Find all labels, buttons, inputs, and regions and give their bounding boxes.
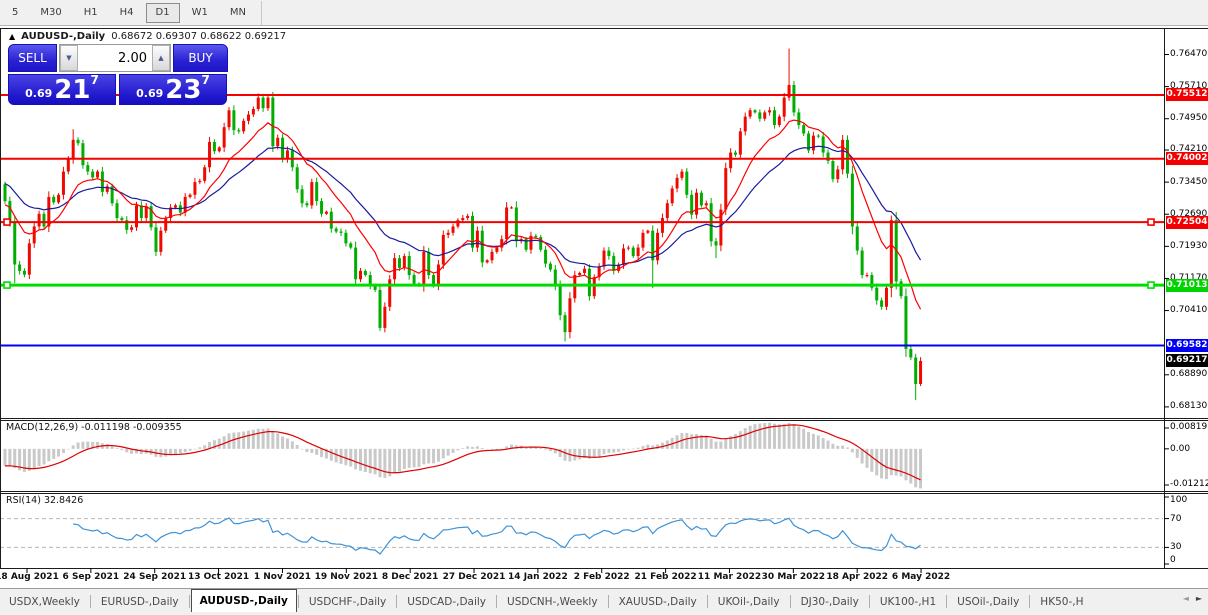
sell-price-main: 21	[54, 78, 90, 102]
volume-input[interactable]: 2.00	[78, 45, 152, 71]
tab-separator	[946, 595, 947, 608]
tab-separator	[298, 595, 299, 608]
pane-borders	[0, 28, 1208, 573]
tab-separator	[496, 595, 497, 608]
tab-separator	[1029, 595, 1030, 608]
tab-scroll-controls: ◄ ►	[1183, 591, 1208, 603]
tab-separator	[396, 595, 397, 608]
level-line-handle[interactable]	[1148, 282, 1154, 288]
buy-price-prefix: 0.69	[136, 87, 163, 100]
buy-price-display[interactable]: 0.69 23 7	[119, 74, 227, 105]
symbol-tab-usoil-daily[interactable]: USOil-,Daily	[948, 591, 1028, 612]
volume-decrease-button[interactable]: ▼	[60, 45, 78, 71]
tab-separator	[608, 595, 609, 608]
symbol-tab-usdchf-daily[interactable]: USDCHF-,Daily	[300, 591, 395, 612]
tab-separator	[869, 595, 870, 608]
symbol-tab-usdcnh-weekly[interactable]: USDCNH-,Weekly	[498, 591, 607, 612]
level-lines-layer	[0, 95, 1164, 346]
tab-separator	[790, 595, 791, 608]
tab-separator	[90, 595, 91, 608]
sell-price-pip: 7	[90, 73, 98, 87]
symbol-tab-hk50-h[interactable]: HK50-,H	[1031, 591, 1092, 612]
level-line-handle[interactable]	[4, 282, 10, 288]
symbol-tab-eurusd-daily[interactable]: EURUSD-,Daily	[92, 591, 188, 612]
symbol-tab-usdcad-daily[interactable]: USDCAD-,Daily	[398, 591, 495, 612]
symbol-tab-audusd-daily[interactable]: AUDUSD-,Daily	[191, 589, 297, 612]
rsi-layer	[0, 518, 1164, 554]
sell-price-display[interactable]: 0.69 21 7	[8, 74, 116, 105]
macd-layer	[4, 423, 923, 489]
buy-price-pip: 7	[201, 73, 209, 87]
buy-button[interactable]: BUY	[173, 44, 228, 72]
symbol-tab-uk100-h1[interactable]: UK100-,H1	[871, 591, 945, 612]
symbol-tab-ukoil-daily[interactable]: UKOil-,Daily	[709, 591, 789, 612]
symbol-tab-usdx-weekly[interactable]: USDX,Weekly	[0, 591, 89, 612]
level-line-handle[interactable]	[1148, 219, 1154, 225]
tab-separator	[707, 595, 708, 608]
tab-separator	[189, 595, 190, 608]
level-line-handle[interactable]	[4, 219, 10, 225]
buy-price-main: 23	[165, 78, 201, 102]
volume-stepper: ▼ 2.00 ▲	[59, 44, 171, 72]
symbol-tab-dj30-daily[interactable]: DJ30-,Daily	[792, 591, 868, 612]
sell-button[interactable]: SELL	[8, 44, 57, 72]
sell-price-prefix: 0.69	[25, 87, 52, 100]
tab-scroll-right-icon[interactable]: ►	[1196, 594, 1202, 603]
one-click-trade-panel: SELL ▼ 2.00 ▲ BUY 0.69 21 7 0.69 23 7	[8, 44, 228, 105]
symbol-tab-bar: USDX,WeeklyEURUSD-,DailyAUDUSD-,DailyUSD…	[0, 588, 1208, 615]
volume-increase-button[interactable]: ▲	[152, 45, 170, 71]
tab-scroll-left-icon[interactable]: ◄	[1183, 594, 1189, 603]
symbol-tabs: USDX,WeeklyEURUSD-,DailyAUDUSD-,DailyUSD…	[0, 591, 1092, 612]
symbol-tab-xauusd-daily[interactable]: XAUUSD-,Daily	[610, 591, 706, 612]
